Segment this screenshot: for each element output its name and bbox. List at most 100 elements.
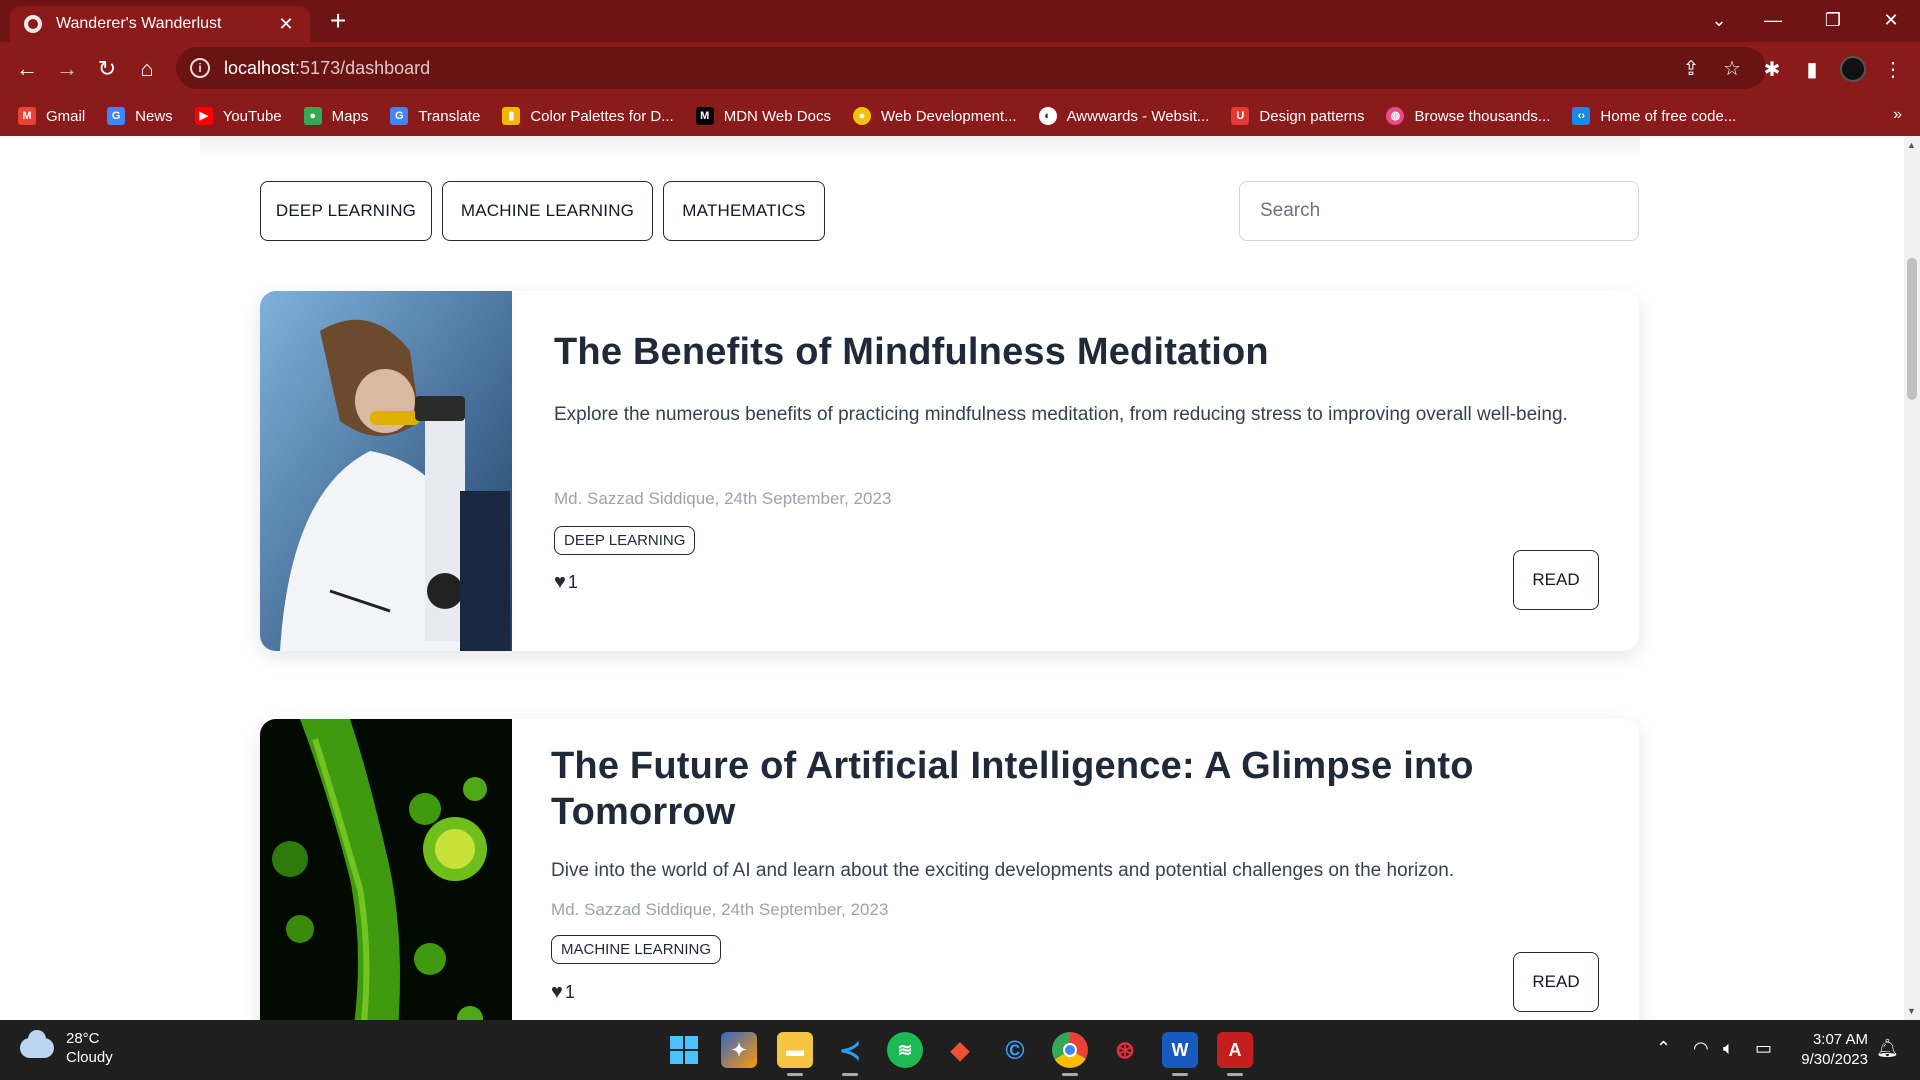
bookmark-news[interactable]: G News <box>107 107 173 125</box>
read-button[interactable]: READ <box>1513 952 1599 1012</box>
bookmark-star-icon[interactable]: ☆ <box>1717 47 1747 89</box>
tab-strip: Wanderer's Wanderlust ✕ + ⌄ — ❐ ✕ <box>0 0 1920 42</box>
profile-avatar[interactable] <box>1836 52 1870 86</box>
browser-tab[interactable]: Wanderer's Wanderlust ✕ <box>10 6 310 42</box>
bookmark-label: Design patterns <box>1259 107 1365 125</box>
post-tag[interactable]: DEEP LEARNING <box>554 526 696 555</box>
wifi-icon[interactable]: ◠ <box>1693 1038 1709 1059</box>
post-tag[interactable]: MACHINE LEARNING <box>551 935 722 964</box>
category-deep-learning-button[interactable]: DEEP LEARNING <box>260 181 432 241</box>
bookmark-label: Awwwards - Websit... <box>1066 107 1210 125</box>
read-button[interactable]: READ <box>1513 550 1599 610</box>
bookmark-label: MDN Web Docs <box>723 107 831 125</box>
bookmark-label: Gmail <box>46 107 86 125</box>
battery-icon[interactable]: ▭ <box>1755 1038 1772 1059</box>
post-author-date: Md. Sazzad Siddique, 24th September, 202… <box>551 900 889 919</box>
cloud-icon <box>20 1030 54 1058</box>
reload-button[interactable]: ↻ <box>90 52 124 86</box>
forward-button[interactable]: → <box>50 52 84 86</box>
page-scrollbar[interactable]: ▲ ▼ <box>1904 136 1920 1020</box>
bookmark-codepen[interactable]: ‹› Home of free code... <box>1572 107 1736 125</box>
browser-menu-icon[interactable]: ⋮ <box>1876 52 1910 86</box>
like-button[interactable]: ♥ 1 <box>551 981 575 1004</box>
post-thumbnail <box>260 719 512 1020</box>
restore-button[interactable]: ❐ <box>1806 0 1860 40</box>
bookmark-gmail[interactable]: M Gmail <box>18 107 85 125</box>
spotify-icon[interactable]: ≋ <box>887 1032 923 1068</box>
show-hidden-icons-icon[interactable]: ⌃ <box>1656 1038 1671 1059</box>
scroll-down-icon[interactable]: ▼ <box>1907 1006 1916 1016</box>
weather-temperature: 28°C <box>66 1030 100 1047</box>
close-window-button[interactable]: ✕ <box>1864 0 1918 40</box>
bookmark-label: Browse thousands... <box>1414 107 1551 125</box>
weather-description: Cloudy <box>66 1049 113 1066</box>
word-icon[interactable]: W <box>1162 1032 1198 1076</box>
copilot-icon[interactable]: ✦ <box>721 1032 757 1068</box>
post-description: Dive into the world of AI and learn abou… <box>551 860 1455 881</box>
browser-chrome: Wanderer's Wanderlust ✕ + ⌄ — ❐ ✕ ← → ↻ … <box>0 0 1920 136</box>
bookmark-mdn[interactable]: M MDN Web Docs <box>695 107 831 125</box>
bookmark-awwwards[interactable]: ◐ Awwwards - Websit... <box>1038 107 1210 125</box>
scrollbar-thumb[interactable] <box>1907 258 1917 400</box>
new-tab-button[interactable]: + <box>322 6 354 38</box>
start-icon[interactable] <box>666 1032 702 1068</box>
chrome-icon[interactable] <box>1052 1032 1088 1076</box>
extensions-icon[interactable]: ✱ <box>1755 52 1789 86</box>
antivirus-icon[interactable]: ⊛ <box>1107 1032 1143 1068</box>
home-button[interactable]: ⌂ <box>130 52 164 86</box>
minimize-button[interactable]: — <box>1746 0 1800 40</box>
back-button[interactable]: ← <box>10 52 44 86</box>
post-thumbnail <box>260 291 512 651</box>
post-title[interactable]: The Future of Artificial Intelligence: A… <box>551 743 1601 835</box>
bookmark-maps[interactable]: ● Maps <box>303 107 368 125</box>
youtube-icon: ▶ <box>194 107 213 125</box>
side-panel-icon[interactable]: ▮ <box>1795 52 1829 86</box>
maps-icon: ● <box>303 107 322 125</box>
google-news-icon: G <box>107 107 126 125</box>
scroll-up-icon[interactable]: ▲ <box>1907 140 1916 150</box>
vscode-icon[interactable]: ≺ <box>832 1032 868 1076</box>
bookmark-dribbble[interactable]: ◍ Browse thousands... <box>1386 107 1550 125</box>
tab-close-icon[interactable]: ✕ <box>276 14 296 35</box>
bookmark-label: Color Palettes for D... <box>530 107 674 125</box>
heart-icon: ♥ <box>551 981 563 1003</box>
post-author-date: Md. Sazzad Siddique, 24th September, 202… <box>554 489 892 508</box>
translate-icon: G <box>390 107 409 125</box>
ui-patterns-icon: U <box>1231 107 1250 125</box>
bookmark-label: News <box>135 107 173 125</box>
bookmark-design-patterns[interactable]: U Design patterns <box>1231 107 1364 125</box>
category-mathematics-button[interactable]: MATHEMATICS <box>663 181 825 241</box>
more-bookmarks-icon[interactable]: » <box>1893 106 1902 124</box>
clock-time: 3:07 AM <box>1812 1031 1868 1048</box>
site-favicon-icon <box>24 15 42 33</box>
post-title[interactable]: The Benefits of Mindfulness Meditation <box>554 329 1604 375</box>
git-icon[interactable]: ◆ <box>942 1032 978 1068</box>
like-count: 1 <box>567 572 578 592</box>
notification-bell-icon[interactable]: 🔔︎ <box>1876 1038 1899 1059</box>
site-info-icon[interactable]: i <box>190 58 210 78</box>
webdev-icon: ● <box>852 107 871 125</box>
codepen-icon: ‹› <box>1572 107 1591 125</box>
system-clock[interactable]: 3:07 AM 9/30/2023 <box>1790 1030 1868 1070</box>
share-icon[interactable]: ⇪ <box>1676 47 1706 89</box>
browser-toolbar: ← → ↻ ⌂ i localhost :5173/dashboard ⇪ ☆ … <box>0 42 1920 96</box>
bookmark-translate[interactable]: G Translate <box>390 107 480 125</box>
acrobat-icon[interactable]: A <box>1217 1032 1253 1076</box>
dribbble-icon: ◍ <box>1386 107 1405 125</box>
bookmark-color-palettes[interactable]: ▮ Color Palettes for D... <box>502 107 674 125</box>
volume-icon[interactable]: 🔈︎ <box>1723 1038 1734 1059</box>
weather-widget[interactable]: 28°C Cloudy <box>20 1029 113 1067</box>
copyright-app-icon[interactable]: © <box>997 1032 1033 1068</box>
search-input[interactable]: Search <box>1239 181 1639 241</box>
address-bar[interactable]: i localhost :5173/dashboard ⇪ ☆ <box>176 47 1766 89</box>
navbar-shadow <box>200 136 1640 158</box>
bookmark-web-development[interactable]: ● Web Development... <box>852 107 1017 125</box>
awwwards-icon: ◐ <box>1038 107 1057 125</box>
url-path: :5173/dashboard <box>295 57 431 78</box>
file-explorer-icon[interactable]: ▬ <box>777 1032 813 1076</box>
like-button[interactable]: ♥ 1 <box>554 571 578 594</box>
tab-search-icon[interactable]: ⌄ <box>1692 0 1746 40</box>
bookmark-youtube[interactable]: ▶ YouTube <box>194 107 282 125</box>
like-count: 1 <box>564 982 575 1002</box>
category-machine-learning-button[interactable]: MACHINE LEARNING <box>442 181 653 241</box>
